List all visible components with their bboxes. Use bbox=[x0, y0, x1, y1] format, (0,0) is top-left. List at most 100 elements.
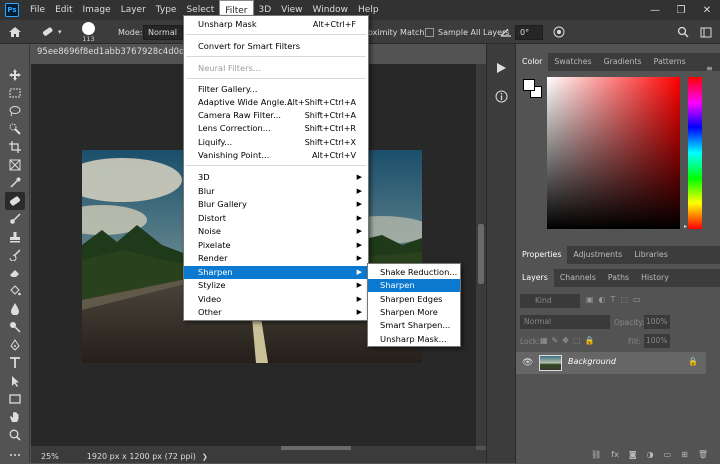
panel-menu-icon[interactable]: ≡ bbox=[706, 64, 713, 73]
menu-type[interactable]: Type bbox=[151, 0, 182, 20]
type-tool-icon[interactable] bbox=[5, 354, 25, 372]
tab-channels[interactable]: Channels bbox=[554, 269, 602, 287]
hue-slider[interactable] bbox=[688, 77, 702, 229]
menu-item-noise[interactable]: Noise ▶ bbox=[184, 225, 368, 238]
hand-tool-icon[interactable] bbox=[5, 408, 25, 426]
mode-select[interactable]: Normal bbox=[143, 20, 183, 44]
menu-item-other[interactable]: Other ▶ bbox=[184, 306, 368, 319]
menu-item-liquify[interactable]: Liquify... Shift+Ctrl+X bbox=[184, 136, 368, 149]
menu-item-camera-raw-filter[interactable]: Camera Raw Filter... Shift+Ctrl+A bbox=[184, 109, 368, 122]
hue-slider-handle-icon[interactable]: ▸ bbox=[684, 223, 687, 230]
crop-tool-icon[interactable] bbox=[5, 138, 25, 156]
delete-layer-icon[interactable]: 🗑 bbox=[698, 450, 708, 459]
search-icon[interactable] bbox=[677, 20, 689, 44]
restore-button[interactable]: ❐ bbox=[668, 5, 694, 16]
foreground-color-swatch[interactable] bbox=[523, 79, 535, 91]
home-icon[interactable] bbox=[8, 20, 22, 44]
vertical-scrollbar[interactable] bbox=[476, 64, 486, 446]
blend-mode-select[interactable]: Normal bbox=[520, 315, 610, 329]
menu-item-video[interactable]: Video ▶ bbox=[184, 293, 368, 306]
menu-item-sharpen-filter[interactable]: Sharpen bbox=[368, 279, 460, 292]
color-field[interactable] bbox=[547, 77, 680, 229]
brush-preset-picker[interactable]: 113 bbox=[82, 20, 95, 44]
opacity-field[interactable]: 100% bbox=[644, 315, 670, 329]
menu-item-adaptive-wide-angle[interactable]: Adaptive Wide Angle... Alt+Shift+Ctrl+A bbox=[184, 96, 368, 109]
menu-layer[interactable]: Layer bbox=[116, 0, 151, 20]
menu-item-lens-correction[interactable]: Lens Correction... Shift+Ctrl+R bbox=[184, 122, 368, 135]
tab-libraries[interactable]: Libraries bbox=[628, 246, 674, 264]
adjustment-layer-icon[interactable]: ◑ bbox=[647, 450, 654, 459]
layer-style-icon[interactable]: fx bbox=[611, 450, 619, 459]
tab-layers[interactable]: Layers bbox=[516, 269, 554, 287]
menu-item-3d[interactable]: 3D ▶ bbox=[184, 171, 368, 184]
frame-tool-icon[interactable] bbox=[5, 156, 25, 174]
menu-image[interactable]: Image bbox=[78, 0, 116, 20]
add-mask-icon[interactable]: ◙ bbox=[629, 450, 637, 459]
menu-item-smart-sharpen[interactable]: Smart Sharpen... bbox=[368, 319, 460, 332]
angle-field[interactable]: 0° bbox=[515, 20, 543, 44]
menu-item-shake-reduction[interactable]: Shake Reduction... bbox=[368, 266, 460, 279]
menu-item-unsharp-mask[interactable]: Unsharp Mask... bbox=[368, 333, 460, 346]
link-layers-icon[interactable]: ⛓ bbox=[591, 450, 601, 459]
visibility-eye-icon[interactable]: 👁 bbox=[522, 358, 533, 368]
pressure-size-icon[interactable] bbox=[552, 20, 566, 44]
info-icon[interactable] bbox=[495, 90, 508, 106]
layer-name[interactable]: Background bbox=[568, 357, 616, 366]
tab-properties[interactable]: Properties bbox=[516, 246, 568, 264]
menu-item-convert-smart-filters[interactable]: Convert for Smart Filters bbox=[184, 40, 368, 53]
menu-item-blur-gallery[interactable]: Blur Gallery ▶ bbox=[184, 198, 368, 211]
vertical-scroll-thumb[interactable] bbox=[478, 224, 484, 284]
fill-field[interactable]: 100% bbox=[644, 334, 670, 348]
tab-paths[interactable]: Paths bbox=[602, 269, 635, 287]
more-tools-icon[interactable] bbox=[5, 446, 25, 464]
minimize-button[interactable]: — bbox=[642, 5, 668, 16]
tab-color[interactable]: Color bbox=[516, 53, 549, 71]
menu-item-sharpen-more[interactable]: Sharpen More bbox=[368, 306, 460, 319]
menu-item-stylize[interactable]: Stylize ▶ bbox=[184, 279, 368, 292]
healing-brush-icon[interactable]: ▾ bbox=[40, 20, 62, 44]
history-brush-tool-icon[interactable] bbox=[5, 246, 25, 264]
proximity-match-label[interactable]: oximity Match bbox=[368, 20, 424, 44]
layer-filter-kind[interactable]: Kind bbox=[520, 294, 580, 308]
eraser-tool-icon[interactable] bbox=[5, 264, 25, 282]
dodge-tool-icon[interactable] bbox=[5, 318, 25, 336]
healing-brush-tool-icon[interactable] bbox=[5, 192, 25, 210]
lock-icons[interactable]: ▦✎✥⬚🔒 bbox=[540, 336, 598, 345]
menu-item-pixelate[interactable]: Pixelate ▶ bbox=[184, 239, 368, 252]
menu-edit[interactable]: Edit bbox=[50, 0, 77, 20]
tab-patterns[interactable]: Patterns bbox=[648, 53, 692, 71]
status-chevron-icon[interactable]: ❯ bbox=[202, 453, 208, 461]
checkbox-box[interactable] bbox=[425, 27, 434, 37]
menu-item-vanishing-point[interactable]: Vanishing Point... Alt+Ctrl+V bbox=[184, 149, 368, 162]
menu-item-render[interactable]: Render ▶ bbox=[184, 252, 368, 265]
quick-selection-tool-icon[interactable] bbox=[5, 120, 25, 138]
brush-tool-icon[interactable] bbox=[5, 210, 25, 228]
menu-item-distort[interactable]: Distort ▶ bbox=[184, 212, 368, 225]
move-tool-icon[interactable] bbox=[5, 66, 25, 84]
marquee-tool-icon[interactable] bbox=[5, 84, 25, 102]
menu-item-sharpen[interactable]: Sharpen ▶ bbox=[184, 266, 368, 279]
sample-all-layers-checkbox[interactable]: Sample All Layers bbox=[425, 20, 509, 44]
menu-item-unsharp-mask-last[interactable]: Unsharp Mask Alt+Ctrl+F bbox=[184, 18, 368, 31]
menu-item-sharpen-edges[interactable]: Sharpen Edges bbox=[368, 293, 460, 306]
menu-item-blur[interactable]: Blur ▶ bbox=[184, 185, 368, 198]
paint-bucket-tool-icon[interactable] bbox=[5, 282, 25, 300]
rectangle-tool-icon[interactable] bbox=[5, 390, 25, 408]
pen-tool-icon[interactable] bbox=[5, 336, 25, 354]
tab-history[interactable]: History bbox=[635, 269, 675, 287]
tab-swatches[interactable]: Swatches bbox=[548, 53, 597, 71]
zoom-tool-icon[interactable] bbox=[5, 426, 25, 444]
blur-tool-icon[interactable] bbox=[5, 300, 25, 318]
tab-gradients[interactable]: Gradients bbox=[598, 53, 648, 71]
workspace-icon[interactable] bbox=[700, 20, 712, 44]
menu-item-filter-gallery[interactable]: Filter Gallery... bbox=[184, 83, 368, 96]
eyedropper-tool-icon[interactable] bbox=[5, 174, 25, 192]
group-folder-icon[interactable]: ▭ bbox=[664, 450, 672, 459]
zoom-level[interactable]: 25% bbox=[41, 452, 59, 461]
play-icon[interactable] bbox=[495, 62, 507, 77]
new-layer-icon[interactable]: ⊞ bbox=[681, 450, 688, 459]
color-swatches[interactable] bbox=[522, 78, 544, 100]
layer-filter-icons[interactable]: ▣◐T⬚▭ bbox=[586, 295, 646, 304]
menu-file[interactable]: File bbox=[25, 0, 50, 20]
layer-row[interactable]: 👁 Background 🔒 bbox=[516, 352, 706, 374]
